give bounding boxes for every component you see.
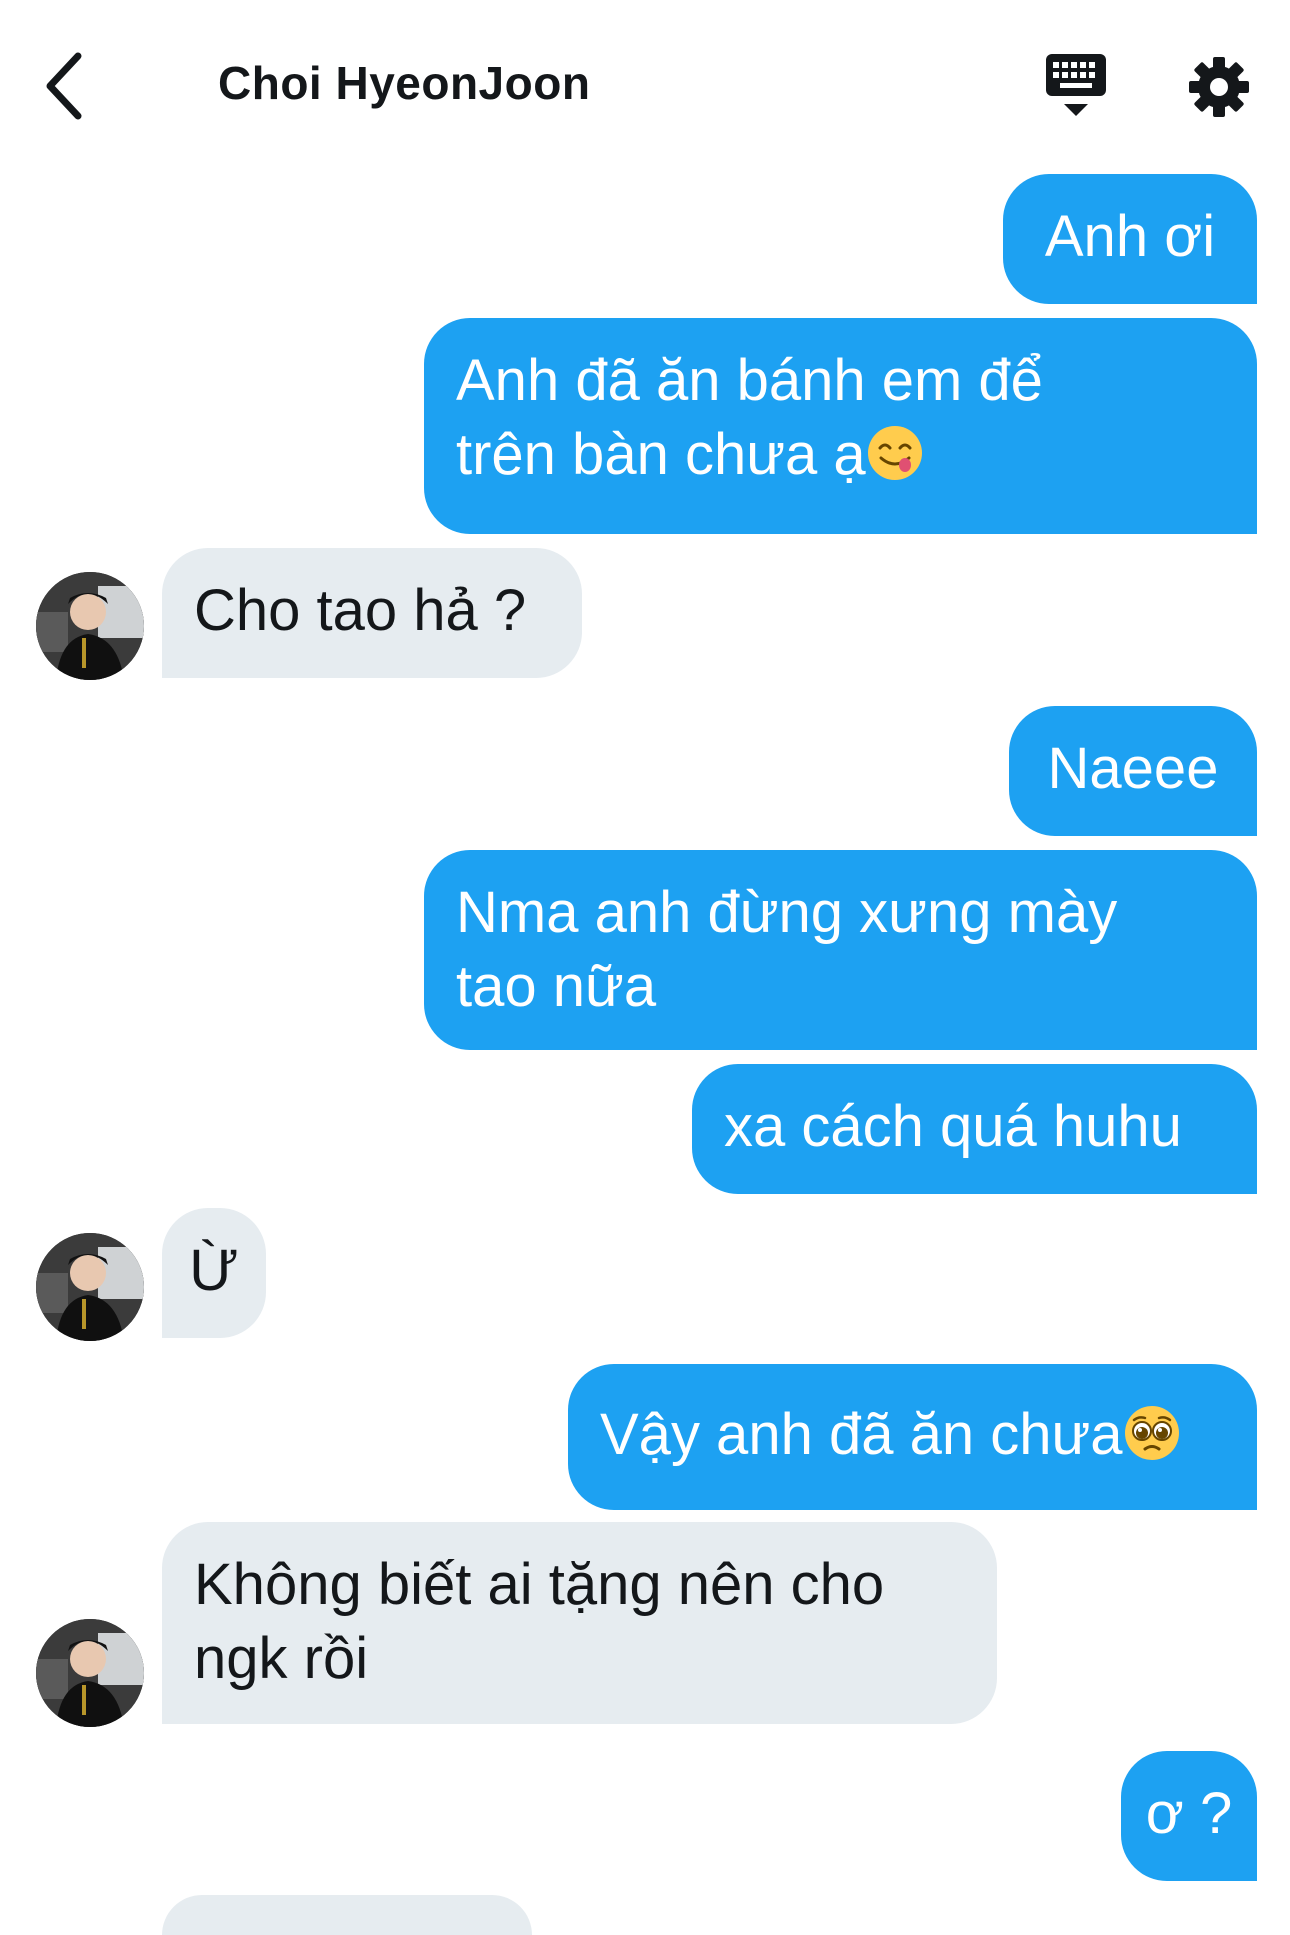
received-message[interactable]: Ừ <box>162 1208 266 1338</box>
message-text-line: Không biết ai tặng nên cho <box>194 1552 885 1617</box>
message-text-line: Anh đã ăn bánh em để <box>456 348 1043 413</box>
sent-message[interactable]: Naeee <box>1009 706 1257 836</box>
message-thread: Anh ơi Anh đã ăn bánh em để trên bàn chư… <box>0 0 1290 1935</box>
message-text-line: trên bàn chưa ạ <box>456 418 1225 492</box>
message-text: ơ ? <box>1145 1781 1233 1846</box>
received-message[interactable]: Không biết ai tặng nên cho ngk rồi <box>162 1522 997 1724</box>
sent-message[interactable]: xa cách quá huhu <box>692 1064 1257 1194</box>
message-text-line-content: trên bàn chưa ạ <box>456 422 866 487</box>
profile-photo <box>36 1619 144 1727</box>
received-message-partial <box>162 1895 532 1935</box>
received-message[interactable]: Cho tao hả ? <box>162 548 582 678</box>
message-text: Ừ <box>189 1238 239 1303</box>
sent-message[interactable]: Nma anh đừng xưng mày tao nữa <box>424 850 1257 1050</box>
message-text: xa cách quá huhu <box>724 1094 1182 1159</box>
avatar[interactable] <box>36 1619 144 1727</box>
sent-message[interactable]: ơ ? <box>1121 1751 1257 1881</box>
avatar[interactable] <box>36 1233 144 1341</box>
message-text: Anh ơi <box>1044 204 1216 269</box>
message-text-line: tao nữa <box>456 954 657 1019</box>
profile-photo <box>36 572 144 680</box>
message-text: Naeee <box>1047 736 1219 801</box>
avatar[interactable] <box>36 572 144 680</box>
message-text: Vậy anh đã ăn chưa <box>600 1402 1123 1467</box>
profile-photo <box>36 1233 144 1341</box>
sent-message[interactable]: Vậy anh đã ăn chưa <box>568 1364 1257 1510</box>
sent-message[interactable]: Anh ơi <box>1003 174 1257 304</box>
message-text-line: Nma anh đừng xưng mày <box>456 880 1118 945</box>
face-savoring-food-emoji <box>867 426 922 480</box>
message-text: Cho tao hả ? <box>194 578 527 643</box>
pleading-face-emoji <box>1124 1406 1179 1460</box>
sent-message[interactable]: Anh đã ăn bánh em để trên bàn chưa ạ <box>424 318 1257 534</box>
message-text-line: ngk rồi <box>194 1626 369 1691</box>
